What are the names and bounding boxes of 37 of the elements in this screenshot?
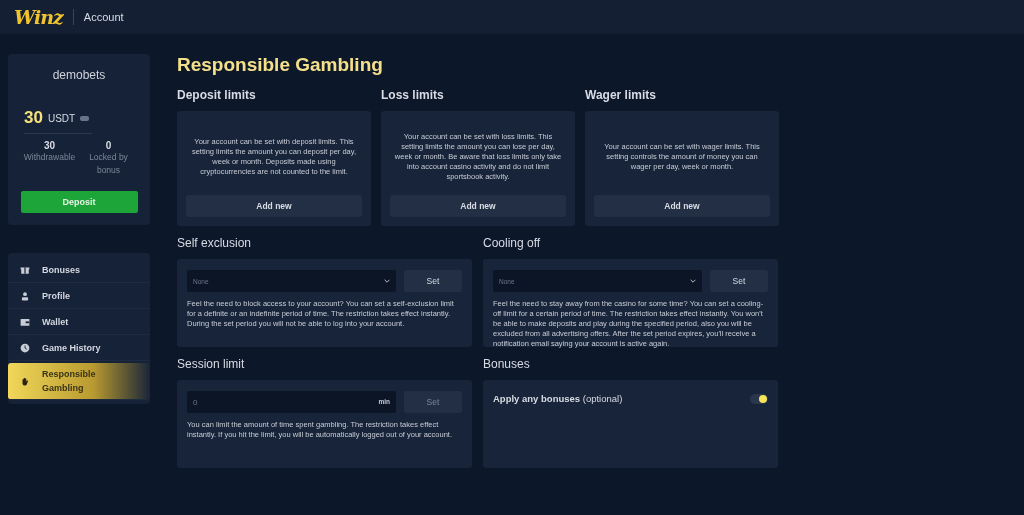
wallet-icon [20, 316, 30, 327]
set-button[interactable]: Set [404, 270, 462, 292]
stat-label: Withdrawable [23, 151, 76, 164]
section-title: Bonuses [483, 357, 531, 371]
set-button[interactable]: Set [710, 270, 768, 292]
sidebar-item[interactable]: Game History [8, 335, 150, 361]
section-title: Deposit limits [177, 88, 257, 102]
toggle-switch[interactable] [750, 393, 768, 404]
username: demobets [52, 68, 106, 82]
section-title: Loss limits [381, 88, 445, 102]
stat-value: 30 [43, 140, 56, 151]
clock-icon [20, 342, 30, 353]
balance: 30 [24, 108, 43, 128]
header-title: Account [83, 11, 124, 23]
sidebar-item[interactable]: Profile [8, 283, 150, 309]
card-icon [80, 115, 90, 121]
sidebar-item[interactable]: Bonuses [8, 257, 150, 283]
chevron-down-icon [690, 279, 696, 283]
chevron-down-icon [384, 279, 390, 283]
add-new-button[interactable]: Add new [594, 195, 770, 217]
sidebar-item[interactable]: Responsible Gambling [8, 363, 150, 400]
set-button[interactable]: Set [404, 391, 462, 413]
person-icon [20, 290, 30, 301]
toggle-label: Apply any bonuses (optional) [493, 393, 623, 404]
currency: USDT [47, 112, 76, 124]
add-new-button[interactable]: Add new [186, 195, 362, 217]
page-title: Responsible Gambling [177, 54, 384, 76]
section-title: Cooling off [483, 236, 542, 250]
sidebar-item[interactable]: Wallet [8, 309, 150, 335]
add-new-button[interactable]: Add new [390, 195, 566, 217]
stat-label: Locked by bonus [88, 151, 129, 177]
stat-value: 0 [105, 140, 112, 151]
section-title: Wager limits [585, 88, 657, 102]
logo[interactable]: Winz [14, 6, 63, 28]
section-title: Session limit [177, 357, 246, 371]
section-title: Self exclusion [177, 236, 253, 250]
hand-icon [20, 376, 30, 386]
